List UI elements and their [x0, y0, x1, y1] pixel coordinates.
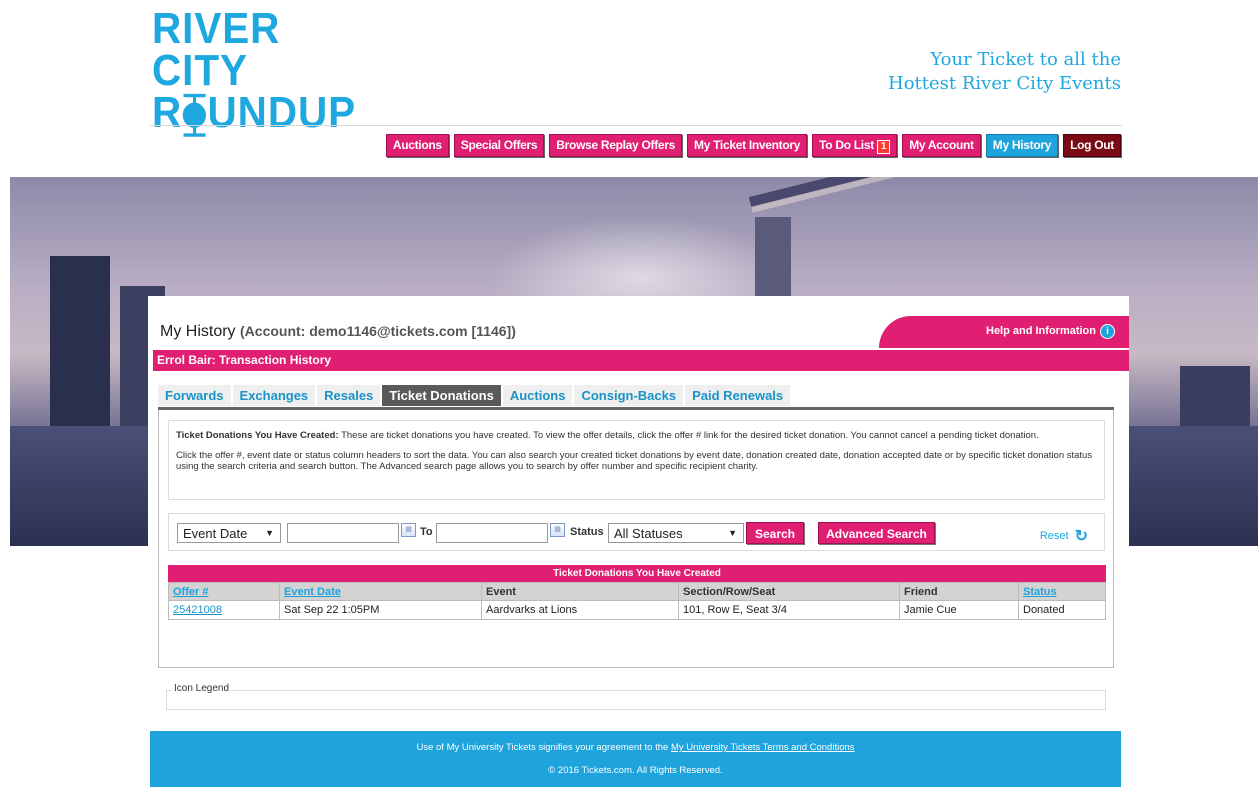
- header-divider: [150, 125, 1122, 126]
- tagline-line-1: Your Ticket to all the: [930, 49, 1121, 70]
- table-header-row: Offer # Event Date Event Section/Row/Sea…: [168, 582, 1106, 601]
- date-type-value: Event Date: [183, 526, 248, 541]
- description-paragraph-2: Click the offer #, event date or status …: [176, 450, 1093, 472]
- table-row: 25421008 Sat Sep 22 1:05PM Aardvarks at …: [168, 600, 1106, 620]
- description-heading: Ticket Donations You Have Created:: [176, 430, 339, 441]
- tab-content: Ticket Donations You Have Created: These…: [158, 410, 1114, 668]
- search-button[interactable]: Search: [746, 522, 804, 544]
- history-panel: Help and Information i My History (Accoun…: [148, 296, 1129, 731]
- cell-event-date: Sat Sep 22 1:05PM: [279, 600, 482, 620]
- tab-auctions[interactable]: Auctions: [502, 385, 573, 406]
- description-paragraph-1: Ticket Donations You Have Created: These…: [176, 430, 1097, 441]
- nav-browse-replay-offers[interactable]: Browse Replay Offers: [549, 134, 683, 157]
- tagline-line-2: Hottest River City Events: [888, 73, 1121, 94]
- info-icon: i: [1100, 324, 1115, 339]
- calendar-icon[interactable]: ▦: [550, 523, 565, 537]
- site-logo[interactable]: RIVER CITY R⧳UNDUP: [152, 4, 372, 137]
- tab-resales[interactable]: Resales: [317, 385, 381, 406]
- date-from-input[interactable]: [287, 523, 399, 543]
- donations-table: Ticket Donations You Have Created Offer …: [168, 565, 1106, 620]
- tab-paid-renewals[interactable]: Paid Renewals: [685, 385, 791, 406]
- date-type-select[interactable]: Event Date ▼: [177, 523, 281, 543]
- cell-status: Donated: [1018, 600, 1106, 620]
- nav-to-do-list[interactable]: To Do List 1: [812, 134, 898, 157]
- chevron-down-icon: ▼: [728, 528, 737, 538]
- header-section-row-seat: Section/Row/Seat: [678, 582, 900, 601]
- hero-bridge: [748, 177, 1256, 207]
- hero-building: [1180, 366, 1250, 426]
- tab-exchanges[interactable]: Exchanges: [232, 385, 316, 406]
- account-info: (Account: demo1146@tickets.com [1146]): [240, 323, 516, 339]
- tab-ticket-donations[interactable]: Ticket Donations: [382, 385, 501, 406]
- todo-count-badge: 1: [876, 140, 891, 154]
- advanced-search-button[interactable]: Advanced Search: [818, 522, 935, 544]
- icon-legend-label: Icon Legend: [172, 683, 232, 694]
- to-label: To: [420, 526, 433, 538]
- site-tagline: Your Ticket to all the Hottest River Cit…: [888, 48, 1121, 96]
- search-bar: Event Date ▼ ▦ To ▦ Status All Statuses ▼ …: [168, 513, 1105, 551]
- status-label: Status: [570, 526, 604, 538]
- tab-forwards[interactable]: Forwards: [158, 385, 231, 406]
- calendar-icon[interactable]: ▦: [401, 523, 416, 537]
- header-event-date[interactable]: Event Date: [279, 582, 482, 601]
- donations-grid: Offer # Event Date Event Section/Row/Sea…: [168, 582, 1106, 620]
- nav-my-ticket-inventory[interactable]: My Ticket Inventory: [687, 134, 808, 157]
- page-title: My History (Account: demo1146@tickets.co…: [160, 323, 516, 341]
- header-offer-number[interactable]: Offer #: [168, 582, 280, 601]
- terms-link[interactable]: My University Tickets Terms and Conditio…: [671, 742, 855, 753]
- reset-button[interactable]: Reset ↻: [1040, 526, 1088, 546]
- cell-friend: Jamie Cue: [899, 600, 1019, 620]
- header-friend: Friend: [899, 582, 1019, 601]
- icon-legend-box: [166, 690, 1106, 710]
- offer-number-link[interactable]: 25421008: [168, 600, 280, 620]
- nav-to-do-list-label: To Do List: [819, 138, 874, 152]
- header-event: Event: [481, 582, 679, 601]
- nav-special-offers[interactable]: Special Offers: [453, 134, 545, 157]
- main-nav: Auctions Special Offers Browse Replay Of…: [385, 134, 1121, 157]
- logo-line-2: R⧳UNDUP: [152, 88, 357, 137]
- nav-my-history[interactable]: My History: [985, 134, 1059, 157]
- description-text-1: These are ticket donations you have crea…: [338, 430, 1039, 441]
- nav-log-out[interactable]: Log Out: [1063, 134, 1121, 157]
- date-to-input[interactable]: [436, 523, 548, 543]
- help-link[interactable]: Help and Information i: [986, 324, 1115, 339]
- hero-building: [50, 256, 110, 426]
- header-status[interactable]: Status: [1018, 582, 1106, 601]
- cell-event: Aardvarks at Lions: [481, 600, 679, 620]
- reset-label: Reset: [1039, 530, 1069, 542]
- transaction-history-header: Errol Bair: Transaction History: [153, 350, 1129, 371]
- page-title-text: My History: [160, 323, 236, 340]
- refresh-icon: ↻: [1074, 528, 1088, 545]
- footer-terms-text: Use of My University Tickets signifies y…: [416, 742, 671, 753]
- footer-terms-line: Use of My University Tickets signifies y…: [150, 742, 1121, 753]
- cell-section-row-seat: 101, Row E, Seat 3/4: [678, 600, 900, 620]
- status-value: All Statuses: [614, 526, 683, 541]
- nav-my-account[interactable]: My Account: [902, 134, 981, 157]
- logo-line-1: RIVER CITY: [152, 4, 281, 95]
- site-footer: Use of My University Tickets signifies y…: [150, 731, 1121, 787]
- description-box: Ticket Donations You Have Created: These…: [168, 420, 1105, 500]
- history-tabs: Forwards Exchanges Resales Ticket Donati…: [158, 385, 791, 406]
- status-select[interactable]: All Statuses ▼: [608, 523, 744, 543]
- footer-copyright: © 2016 Tickets.com. All Rights Reserved.: [548, 765, 723, 776]
- tab-consign-backs[interactable]: Consign-Backs: [574, 385, 684, 406]
- nav-auctions[interactable]: Auctions: [385, 134, 449, 157]
- help-link-label: Help and Information: [986, 325, 1096, 337]
- table-title: Ticket Donations You Have Created: [168, 565, 1106, 582]
- chevron-down-icon: ▼: [265, 528, 274, 538]
